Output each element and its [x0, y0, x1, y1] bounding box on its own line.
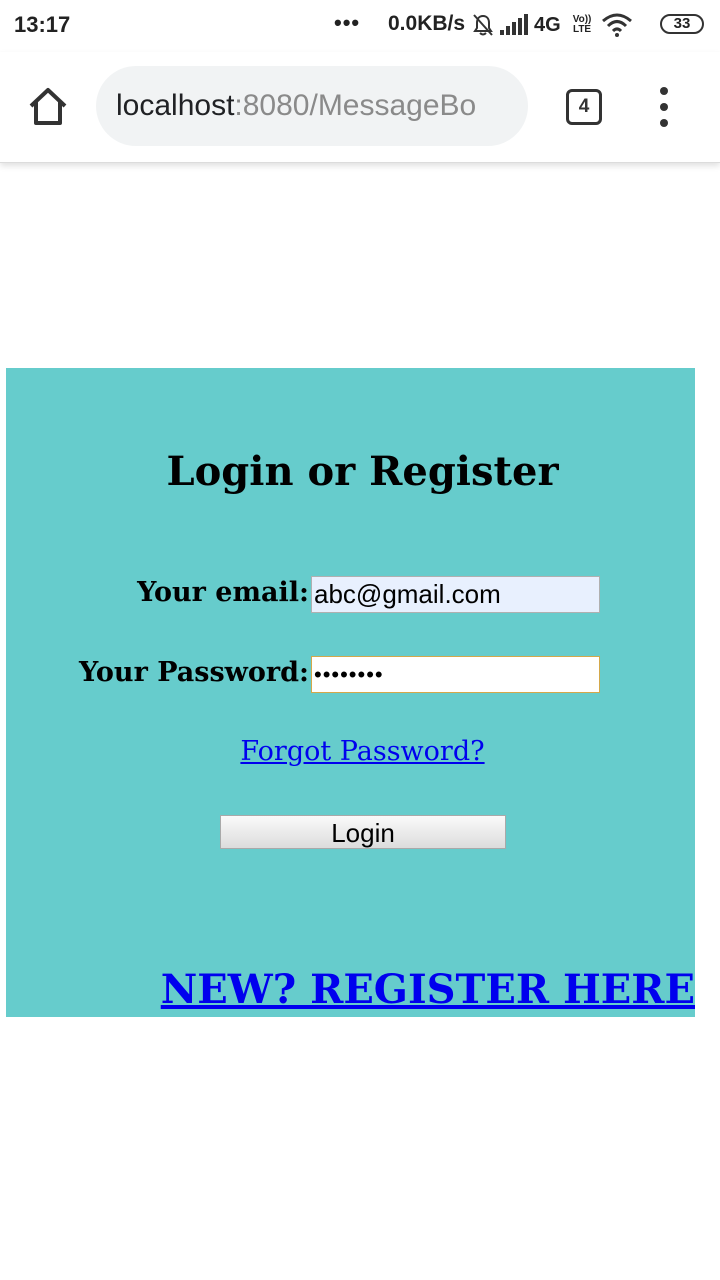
url-path: :8080/MessageBo [234, 89, 477, 122]
battery-icon: 33 [660, 14, 704, 34]
status-icons: 4G Vo)) LTE [472, 10, 633, 40]
password-field[interactable] [311, 656, 600, 693]
volte-bottom: LTE [572, 24, 592, 35]
register-link[interactable]: NEW? REGISTER HERE [161, 966, 695, 1013]
password-label: Your Password: [79, 657, 309, 688]
home-icon[interactable] [26, 85, 70, 129]
login-button[interactable]: Login [220, 815, 506, 849]
url-host: localhost [116, 89, 235, 122]
email-label: Your email: [137, 577, 309, 608]
status-time: 13:17 [14, 12, 71, 37]
signal-icon [500, 14, 528, 35]
address-bar[interactable]: localhost:8080/MessageBo [96, 66, 528, 146]
volte-icon: Vo)) LTE [573, 15, 592, 35]
email-field[interactable] [311, 576, 600, 613]
login-panel: Login or Register Your email: Your Passw… [6, 368, 695, 1017]
notification-dots: ••• [334, 10, 361, 35]
more-menu-icon[interactable] [652, 87, 676, 127]
browser-toolbar: localhost:8080/MessageBo 4 [0, 52, 720, 163]
bell-muted-icon [473, 14, 493, 36]
network-type: 4G [534, 13, 561, 36]
tab-switcher-button[interactable]: 4 [566, 89, 602, 125]
wifi-icon [602, 13, 633, 37]
page-title: Login or Register [166, 448, 559, 495]
network-speed: 0.0KB/s [388, 12, 466, 35]
forgot-password-link[interactable]: Forgot Password? [6, 736, 719, 767]
url-text: localhost:8080/MessageBo [116, 66, 508, 146]
status-bar: 13:17 ••• 0.0KB/s 4G Vo)) LTE 33 [0, 0, 720, 52]
